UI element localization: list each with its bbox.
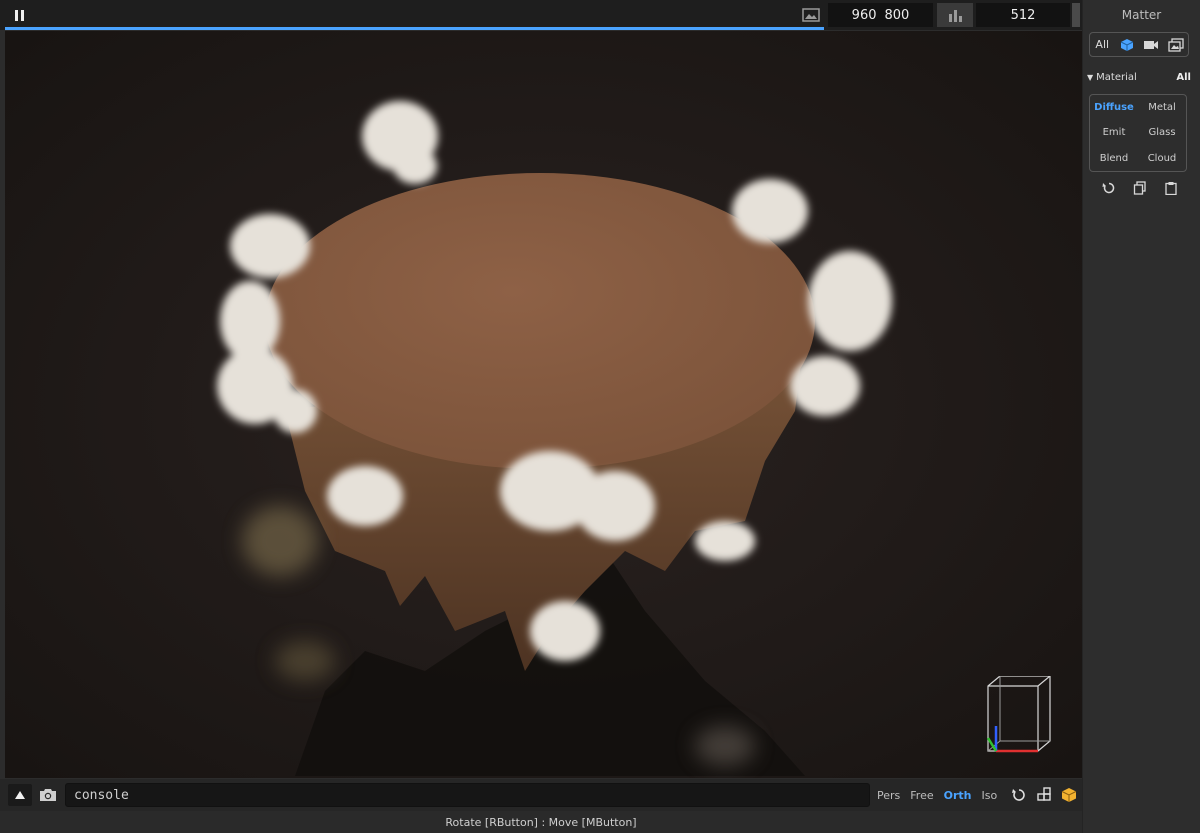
bottom-toolbar: Pers Free Orth Iso — [0, 779, 1082, 811]
view-mode-iso[interactable]: Iso — [976, 789, 1002, 802]
render-progress-bar — [5, 27, 824, 30]
undo-icon[interactable] — [1099, 178, 1119, 198]
material-section-header[interactable]: ▼ Material All — [1087, 72, 1193, 83]
top-toolbar: 960 800 512 — [0, 0, 1082, 30]
toolbar-scroll-handle[interactable] — [1072, 3, 1080, 27]
camera-icon[interactable] — [36, 784, 60, 806]
paste-icon[interactable] — [1161, 178, 1181, 198]
material-blend[interactable]: Blend — [1090, 146, 1138, 171]
material-emit[interactable]: Emit — [1090, 120, 1138, 145]
material-section-label: Material — [1096, 72, 1137, 83]
material-glass[interactable]: Glass — [1138, 120, 1186, 145]
view-mode-pers[interactable]: Pers — [872, 789, 905, 802]
render-viewport[interactable] — [5, 31, 1082, 778]
triangle-up-icon[interactable] — [8, 784, 32, 806]
view-mode-orth[interactable]: Orth — [939, 789, 977, 802]
image-icon[interactable] — [800, 6, 822, 24]
images-icon[interactable] — [1165, 34, 1187, 56]
video-icon[interactable] — [1140, 34, 1162, 56]
view-mode-free[interactable]: Free — [905, 789, 938, 802]
material-type-grid: Diffuse Metal Emit Glass Blend Cloud — [1089, 94, 1187, 172]
box-icon[interactable] — [1059, 785, 1079, 805]
app-window: 960 800 512 console Pers Free Orth Iso R… — [0, 0, 1200, 833]
collapse-triangle-icon[interactable]: ▼ — [1087, 73, 1093, 82]
material-metal[interactable]: Metal — [1138, 95, 1186, 120]
terrain-top — [265, 173, 815, 469]
pause-icon[interactable] — [8, 5, 30, 25]
console-input[interactable] — [65, 783, 870, 807]
resolution-height[interactable]: 800 — [885, 8, 910, 23]
material-diffuse[interactable]: Diffuse — [1090, 95, 1138, 120]
grid-layout-icon[interactable] — [1034, 785, 1054, 805]
cube-icon[interactable] — [1116, 34, 1138, 56]
resolution-display[interactable]: 960 800 — [828, 3, 933, 27]
filter-all[interactable]: All — [1091, 34, 1113, 56]
bar-chart-icon[interactable] — [937, 3, 973, 27]
filter-group: All — [1089, 32, 1189, 57]
matter-panel: Matter All ▼ Material All Diffuse Metal E… — [1082, 0, 1200, 833]
rotate-reset-icon[interactable] — [1009, 785, 1029, 805]
rendered-scene — [5, 31, 1082, 778]
view-mode-selector: Pers Free Orth Iso — [872, 783, 1002, 807]
status-hint: Rotate [RButton] : Move [MButton] — [0, 811, 1082, 833]
samples-display[interactable]: 512 — [976, 3, 1070, 27]
copy-icon[interactable] — [1130, 178, 1150, 198]
material-actions — [1093, 178, 1187, 198]
panel-title: Matter — [1121, 8, 1162, 22]
material-all-toggle[interactable]: All — [1176, 72, 1191, 83]
resolution-width[interactable]: 960 — [852, 8, 877, 23]
axis-gizmo[interactable] — [985, 676, 1055, 756]
material-cloud[interactable]: Cloud — [1138, 146, 1186, 171]
